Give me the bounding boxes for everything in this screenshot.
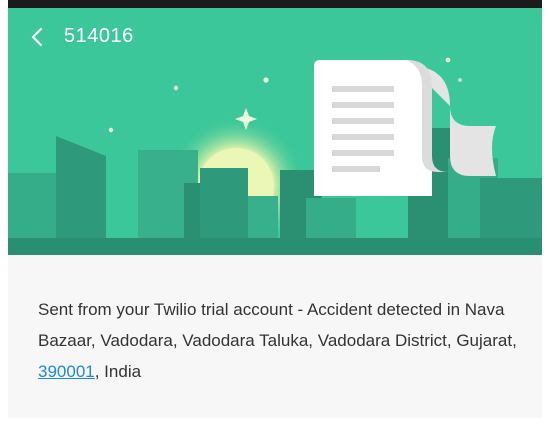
message-text: Sent from your Twilio trial account - Ac… — [38, 300, 517, 350]
ground — [8, 238, 542, 255]
status-bar — [8, 0, 542, 8]
star — [173, 85, 179, 91]
receipt-line — [332, 102, 394, 108]
receipt-line — [332, 118, 394, 124]
receipt-line — [332, 150, 394, 156]
receipt-line — [332, 134, 394, 140]
postal-code-link[interactable]: 390001 — [38, 362, 95, 381]
building — [56, 136, 106, 255]
receipt-line — [332, 166, 380, 172]
back-button[interactable] — [22, 22, 52, 52]
page-title: 514016 — [64, 25, 134, 47]
star — [445, 57, 451, 63]
bottom-divider — [8, 418, 542, 430]
star — [108, 127, 114, 133]
message-body: Sent from your Twilio trial account - Ac… — [38, 294, 518, 387]
receipt-line — [332, 86, 394, 92]
header-banner: 514016 — [8, 8, 542, 255]
message-text-end: , India — [94, 362, 142, 381]
sms-screen: 514016 Sent from your Twilio trial accou… — [8, 0, 542, 430]
star — [458, 78, 462, 82]
star — [263, 77, 269, 83]
chevron-left-icon — [31, 27, 43, 47]
receipt-paper — [314, 60, 432, 196]
